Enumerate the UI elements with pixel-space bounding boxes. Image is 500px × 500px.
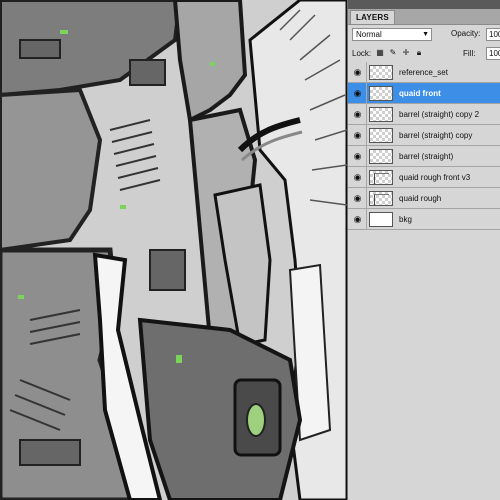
layer-name: quaid front — [399, 89, 441, 98]
eye-icon[interactable]: ◉ — [352, 214, 363, 224]
eye-icon[interactable]: ◉ — [352, 130, 363, 140]
layer-name: barrel (straight) copy — [399, 131, 473, 140]
layer-thumbnail — [369, 191, 393, 206]
column-divider — [366, 146, 367, 167]
padlock-icon[interactable]: 🔒︎ — [414, 48, 424, 58]
layer-row-barrel-straight-copy[interactable]: ◉ barrel (straight) copy — [348, 125, 500, 146]
opacity-label: Opacity: — [451, 29, 481, 38]
layers-panel: LAYERS Normal ▼ Opacity: 100% Lock: ▦ ✎ … — [347, 0, 500, 500]
eye-icon[interactable]: ◉ — [352, 67, 363, 77]
column-divider — [366, 188, 367, 209]
layer-name: quaid rough front v3 — [399, 173, 471, 182]
column-divider — [366, 209, 367, 230]
layer-list: ◉ reference_set ◉ quaid front ◉ barrel (… — [348, 62, 500, 230]
column-divider — [366, 83, 367, 104]
layer-name: quaid rough — [399, 194, 442, 203]
layer-name: reference_set — [399, 68, 448, 77]
layer-thumbnail — [369, 149, 393, 164]
eye-icon[interactable]: ◉ — [352, 109, 363, 119]
fill-input[interactable]: 100% — [486, 47, 500, 60]
layer-row-reference-set[interactable]: ◉ reference_set — [348, 62, 500, 83]
layer-thumbnail — [369, 86, 393, 101]
column-divider — [366, 167, 367, 188]
blend-mode-value: Normal — [356, 30, 382, 39]
eye-icon[interactable]: ◉ — [352, 88, 363, 98]
fill-label: Fill: — [463, 49, 476, 58]
brush-lock-icon[interactable]: ✎ — [388, 48, 398, 58]
layer-thumbnail — [369, 170, 393, 185]
layer-row-quaid-front[interactable]: ◉ quaid front — [348, 83, 500, 104]
layer-name: bkg — [399, 215, 412, 224]
panel-title-bar[interactable] — [348, 0, 500, 9]
layer-row-bkg[interactable]: ◉ bkg — [348, 209, 500, 230]
column-divider — [366, 62, 367, 83]
blend-row: Normal ▼ Opacity: 100% — [348, 25, 500, 45]
layer-row-barrel-straight[interactable]: ◉ barrel (straight) — [348, 146, 500, 167]
column-divider — [366, 104, 367, 125]
layer-row-quaid-rough[interactable]: ◉ quaid rough — [348, 188, 500, 209]
layer-row-quaid-rough-front-v3[interactable]: ◉ quaid rough front v3 — [348, 167, 500, 188]
sketch-artwork — [0, 0, 347, 500]
panel-tab-strip: LAYERS — [348, 9, 500, 25]
layer-row-barrel-straight-copy-2[interactable]: ◉ barrel (straight) copy 2 — [348, 104, 500, 125]
chevron-down-icon: ▼ — [422, 31, 429, 38]
layer-name: barrel (straight) — [399, 152, 454, 161]
eye-icon[interactable]: ◉ — [352, 151, 363, 161]
layer-thumbnail — [369, 128, 393, 143]
opacity-input[interactable]: 100% — [486, 28, 500, 41]
eye-icon[interactable]: ◉ — [352, 172, 363, 182]
layer-thumbnail — [369, 65, 393, 80]
layer-thumbnail — [369, 107, 393, 122]
checkerboard-lock-icon[interactable]: ▦ — [375, 48, 385, 58]
lock-label: Lock: — [352, 49, 372, 58]
document-canvas[interactable] — [0, 0, 347, 500]
blend-mode-select[interactable]: Normal ▼ — [352, 28, 432, 41]
column-divider — [366, 125, 367, 146]
tab-layers[interactable]: LAYERS — [350, 10, 395, 24]
eye-icon[interactable]: ◉ — [352, 193, 363, 203]
move-lock-icon[interactable]: ✛ — [401, 48, 411, 58]
layer-thumbnail — [369, 212, 393, 227]
layer-name: barrel (straight) copy 2 — [399, 110, 480, 119]
